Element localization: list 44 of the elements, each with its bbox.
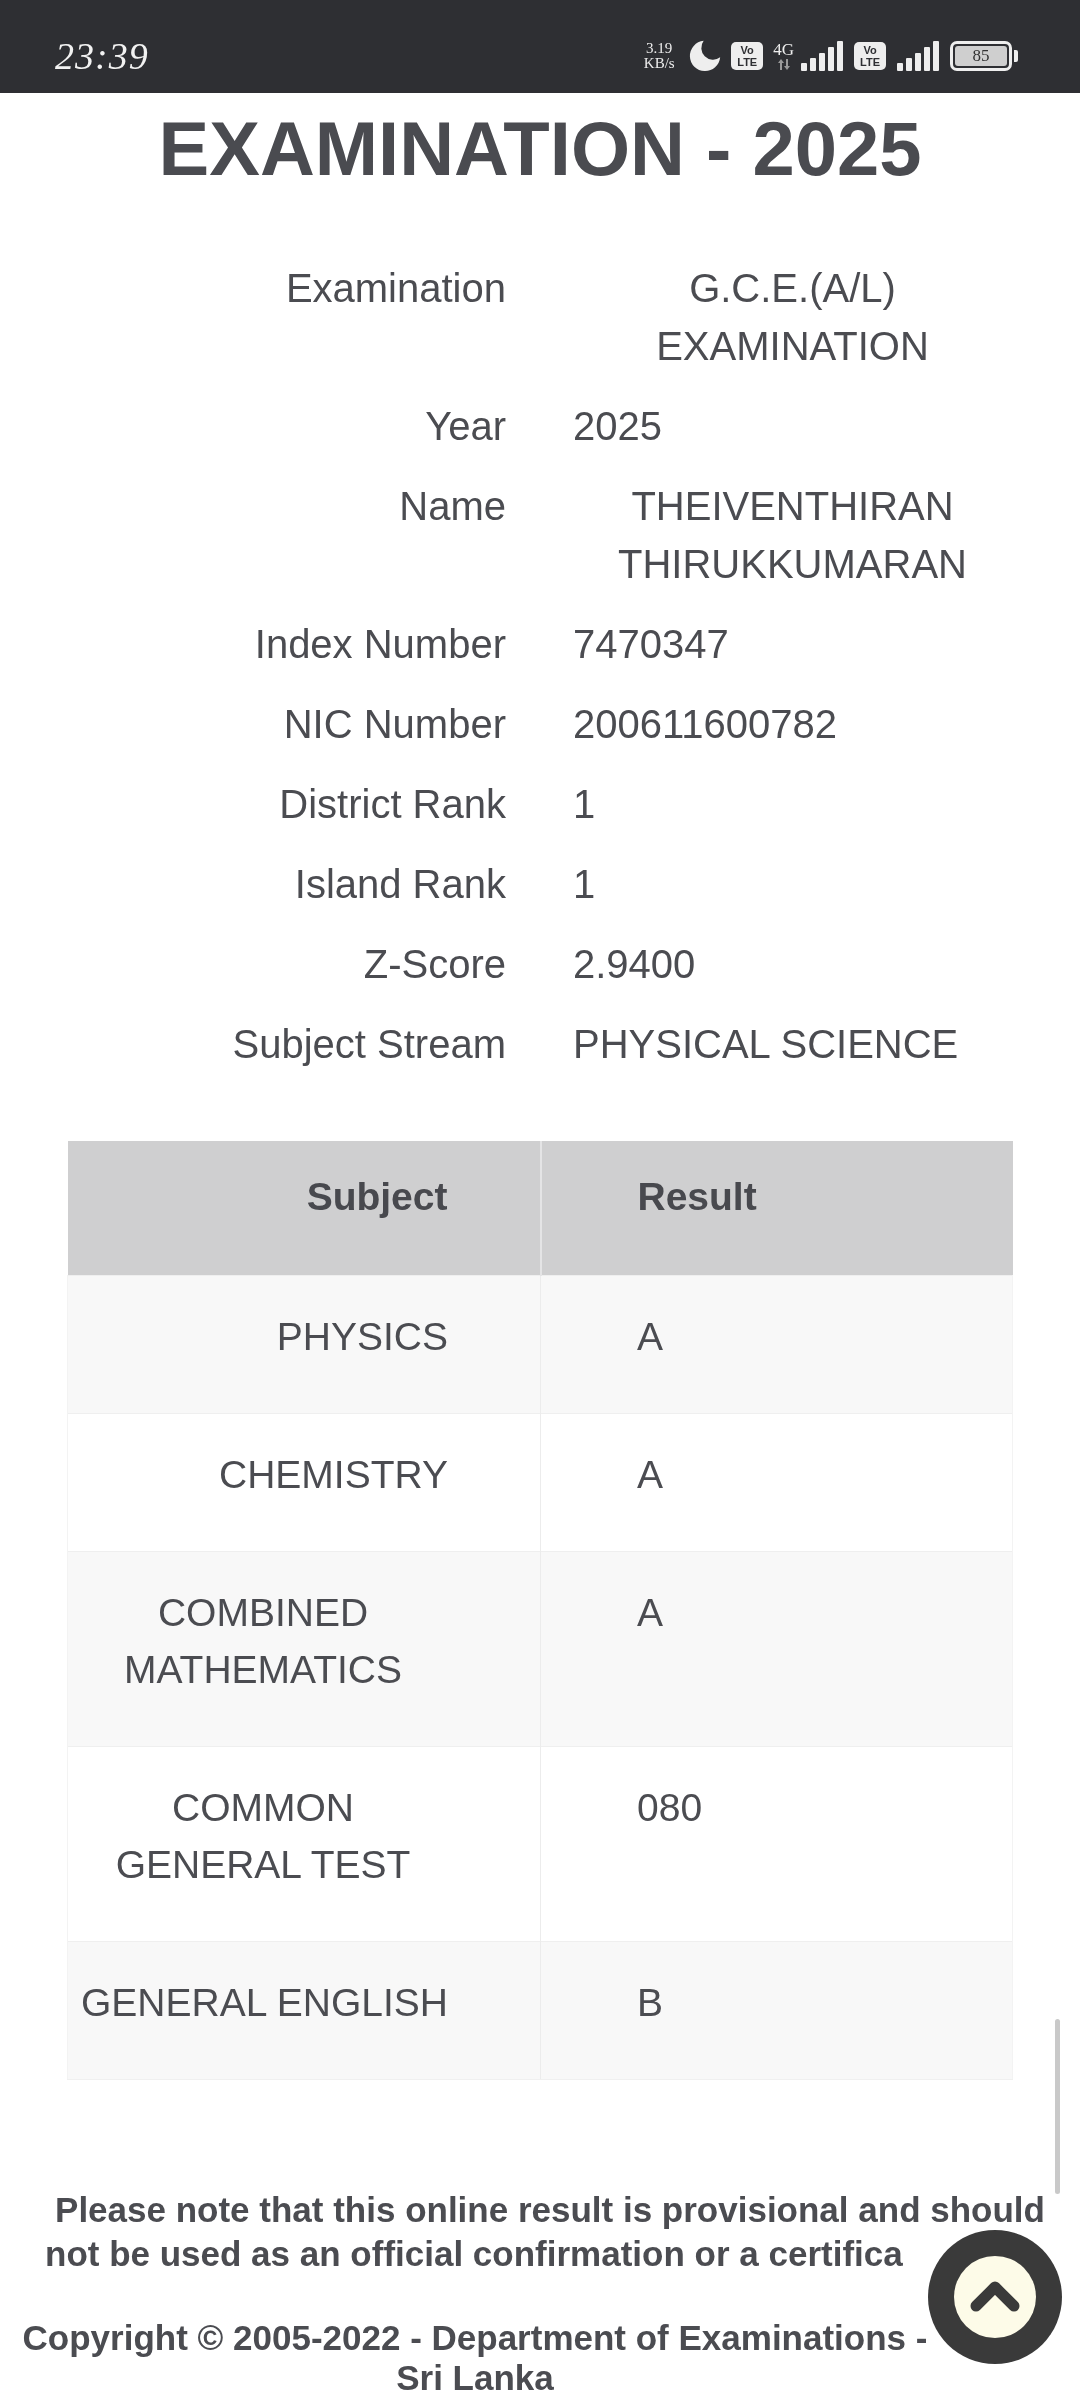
column-header: Subject	[67, 1141, 541, 1276]
battery-percentage: 85	[955, 45, 1007, 66]
field-value: 1	[573, 861, 596, 908]
field-label: NIC Number	[283, 702, 506, 746]
table-cell: GENERAL ENGLISH	[67, 1941, 541, 2080]
disclaimer-text: Please note that this online result is provisional and should not be used as an official confirmation or a certifica	[44, 2189, 1046, 2275]
table-cell: A	[540, 1413, 1013, 1552]
field-value: 1	[573, 781, 596, 828]
table-cell: CHEMISTRY	[67, 1413, 541, 1552]
field-label: Name	[399, 484, 506, 528]
table-cell: 080	[540, 1746, 1013, 1942]
chevron-up-icon	[954, 2256, 1036, 2338]
field-value: 7470347	[573, 621, 729, 668]
clock-time: 23:39	[55, 33, 149, 78]
field-label: District Rank	[279, 782, 506, 826]
field-label: Examination	[285, 266, 506, 310]
signal-bars-icon	[896, 40, 940, 71]
column-header: Result	[540, 1141, 1013, 1276]
field-value: 200611600782	[573, 701, 837, 748]
volte-badge: Vo LTE	[854, 41, 886, 70]
table-cell: COMBINED MATHEMATICS	[67, 1551, 541, 1747]
page-title: EXAMINATION - 2025	[157, 105, 923, 193]
table-cell: A	[540, 1551, 1013, 1747]
network-type-label: 4G	[773, 41, 794, 59]
field-value: PHYSICAL SCIENCE	[573, 1021, 959, 1068]
table-cell: COMMON GENERAL TEST	[67, 1746, 541, 1942]
field-label: Z-Score	[363, 942, 506, 986]
table-cell: PHYSICS	[67, 1275, 541, 1414]
table-cell: A	[540, 1275, 1013, 1414]
field-value: THEIVENTHIRAN THIRUKKUMARAN	[617, 483, 968, 588]
field-label: Island Rank	[294, 862, 506, 906]
field-label: Index Number	[254, 622, 506, 666]
table-cell: B	[540, 1941, 1013, 2080]
data-arrows-icon	[777, 59, 790, 70]
signal-bars-icon	[800, 40, 844, 71]
field-value: G.C.E.(A/L) EXAMINATION	[655, 265, 930, 370]
moon-icon	[689, 39, 722, 72]
network-speed: 3.19 KB/s	[642, 40, 676, 71]
field-value: 2025	[573, 403, 662, 450]
volte-badge: Vo LTE	[731, 41, 764, 70]
field-label: Year	[425, 404, 506, 448]
field-value: 2.9400	[573, 941, 696, 988]
copyright-text: Copyright © 2005-2022 - Department of Examinations - Sri Lanka	[21, 2318, 929, 2398]
field-label: Subject Stream	[232, 1022, 506, 1066]
